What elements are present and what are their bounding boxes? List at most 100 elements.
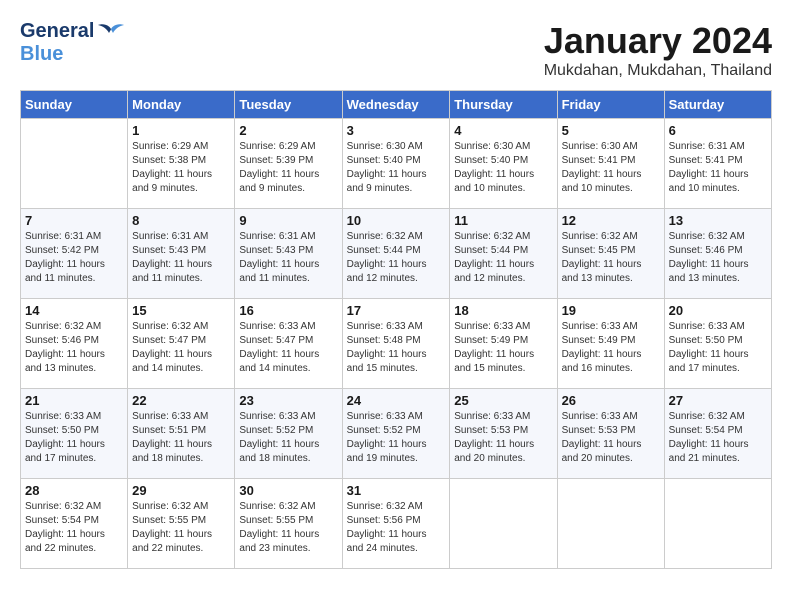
calendar-cell: 26Sunrise: 6:33 AM Sunset: 5:53 PM Dayli… bbox=[557, 389, 664, 479]
day-info: Sunrise: 6:29 AM Sunset: 5:39 PM Dayligh… bbox=[239, 140, 337, 196]
calendar-table: SundayMondayTuesdayWednesdayThursdayFrid… bbox=[20, 90, 772, 569]
day-info: Sunrise: 6:32 AM Sunset: 5:54 PM Dayligh… bbox=[25, 500, 123, 556]
day-info: Sunrise: 6:32 AM Sunset: 5:44 PM Dayligh… bbox=[454, 230, 552, 286]
day-info: Sunrise: 6:32 AM Sunset: 5:55 PM Dayligh… bbox=[132, 500, 230, 556]
calendar-cell: 22 Sunrise: 6:33 AM Sunset: 5:51 PM Dayli… bbox=[128, 389, 235, 479]
day-number: 21 bbox=[25, 393, 123, 408]
weekday-header-tuesday: Tuesday bbox=[235, 91, 342, 119]
calendar-cell: 5 Sunrise: 6:30 AM Sunset: 5:41 PM Daylig… bbox=[557, 119, 664, 209]
day-number: 7 bbox=[25, 213, 123, 228]
calendar-cell: 8Sunrise: 6:31 AM Sunset: 5:43 PM Daylig… bbox=[128, 209, 235, 299]
weekday-header-wednesday: Wednesday bbox=[342, 91, 450, 119]
day-info: Sunrise: 6:31 AM Sunset: 5:41 PM Dayligh… bbox=[669, 140, 767, 196]
calendar-cell: 15 Sunrise: 6:32 AM Sunset: 5:47 PM Dayli… bbox=[128, 299, 235, 389]
calendar-cell bbox=[557, 479, 664, 569]
calendar-cell bbox=[450, 479, 557, 569]
day-info: Sunrise: 6:33 AM Sunset: 5:49 PM Dayligh… bbox=[454, 320, 552, 376]
day-info: Sunrise: 6:31 AM Sunset: 5:43 PM Dayligh… bbox=[132, 230, 230, 286]
day-number: 27 bbox=[669, 393, 767, 408]
day-number: 18 bbox=[454, 303, 552, 318]
day-number: 28 bbox=[25, 483, 123, 498]
calendar-cell bbox=[21, 119, 128, 209]
day-info: Sunrise: 6:33 AM Sunset: 5:51 PM Dayligh… bbox=[132, 410, 230, 466]
logo-bird-icon bbox=[97, 21, 125, 41]
calendar-cell: 14 Sunrise: 6:32 AM Sunset: 5:46 PM Dayli… bbox=[21, 299, 128, 389]
logo: General Blue bbox=[20, 20, 125, 66]
day-info: Sunrise: 6:32 AM Sunset: 5:47 PM Dayligh… bbox=[132, 320, 230, 376]
calendar-cell: 21 Sunrise: 6:33 AM Sunset: 5:50 PM Dayli… bbox=[21, 389, 128, 479]
day-number: 30 bbox=[239, 483, 337, 498]
calendar-cell: 16 Sunrise: 6:33 AM Sunset: 5:47 PM Dayli… bbox=[235, 299, 342, 389]
calendar-cell: 10 Sunrise: 6:32 AM Sunset: 5:44 PM Dayli… bbox=[342, 209, 450, 299]
day-info: Sunrise: 6:33 AM Sunset: 5:50 PM Dayligh… bbox=[25, 410, 123, 466]
calendar-cell: 11 Sunrise: 6:32 AM Sunset: 5:44 PM Dayli… bbox=[450, 209, 557, 299]
day-info: Sunrise: 6:30 AM Sunset: 5:40 PM Dayligh… bbox=[347, 140, 446, 196]
day-info: Sunrise: 6:32 AM Sunset: 5:54 PM Dayligh… bbox=[669, 410, 767, 466]
calendar-cell: 9Sunrise: 6:31 AM Sunset: 5:43 PM Daylig… bbox=[235, 209, 342, 299]
day-info: Sunrise: 6:32 AM Sunset: 5:44 PM Dayligh… bbox=[347, 230, 446, 286]
day-number: 17 bbox=[347, 303, 446, 318]
page-header: General Blue January 2024 Mukdahan, Mukd… bbox=[20, 20, 772, 80]
day-info: Sunrise: 6:32 AM Sunset: 5:56 PM Dayligh… bbox=[347, 500, 446, 556]
calendar-cell: 3Sunrise: 6:30 AM Sunset: 5:40 PM Daylig… bbox=[342, 119, 450, 209]
day-info: Sunrise: 6:32 AM Sunset: 5:46 PM Dayligh… bbox=[25, 320, 123, 376]
calendar-cell: 30Sunrise: 6:32 AM Sunset: 5:55 PM Dayli… bbox=[235, 479, 342, 569]
calendar-header: SundayMondayTuesdayWednesdayThursdayFrid… bbox=[21, 91, 772, 119]
day-number: 11 bbox=[454, 213, 552, 228]
day-number: 9 bbox=[239, 213, 337, 228]
day-info: Sunrise: 6:33 AM Sunset: 5:52 PM Dayligh… bbox=[347, 410, 446, 466]
day-info: Sunrise: 6:29 AM Sunset: 5:38 PM Dayligh… bbox=[132, 140, 230, 196]
day-number: 31 bbox=[347, 483, 446, 498]
day-number: 22 bbox=[132, 393, 230, 408]
calendar-cell: 23Sunrise: 6:33 AM Sunset: 5:52 PM Dayli… bbox=[235, 389, 342, 479]
calendar-cell bbox=[664, 479, 771, 569]
calendar-cell: 13 Sunrise: 6:32 AM Sunset: 5:46 PM Dayli… bbox=[664, 209, 771, 299]
day-number: 10 bbox=[347, 213, 446, 228]
day-number: 13 bbox=[669, 213, 767, 228]
calendar-cell: 18 Sunrise: 6:33 AM Sunset: 5:49 PM Dayli… bbox=[450, 299, 557, 389]
title-block: January 2024 Mukdahan, Mukdahan, Thailan… bbox=[544, 20, 772, 80]
calendar-cell: 25 Sunrise: 6:33 AM Sunset: 5:53 PM Dayli… bbox=[450, 389, 557, 479]
day-info: Sunrise: 6:33 AM Sunset: 5:47 PM Dayligh… bbox=[239, 320, 337, 376]
day-number: 6 bbox=[669, 123, 767, 138]
day-number: 19 bbox=[562, 303, 660, 318]
calendar-cell: 28 Sunrise: 6:32 AM Sunset: 5:54 PM Dayli… bbox=[21, 479, 128, 569]
day-number: 1 bbox=[132, 123, 230, 138]
calendar-cell: 19Sunrise: 6:33 AM Sunset: 5:49 PM Dayli… bbox=[557, 299, 664, 389]
day-number: 15 bbox=[132, 303, 230, 318]
day-number: 25 bbox=[454, 393, 552, 408]
calendar-cell: 12 Sunrise: 6:32 AM Sunset: 5:45 PM Dayli… bbox=[557, 209, 664, 299]
day-info: Sunrise: 6:31 AM Sunset: 5:42 PM Dayligh… bbox=[25, 230, 123, 286]
weekday-header-sunday: Sunday bbox=[21, 91, 128, 119]
calendar-cell: 2Sunrise: 6:29 AM Sunset: 5:39 PM Daylig… bbox=[235, 119, 342, 209]
calendar-week-row: 21 Sunrise: 6:33 AM Sunset: 5:50 PM Dayli… bbox=[21, 389, 772, 479]
day-number: 24 bbox=[347, 393, 446, 408]
day-number: 16 bbox=[239, 303, 337, 318]
calendar-cell: 24 Sunrise: 6:33 AM Sunset: 5:52 PM Dayli… bbox=[342, 389, 450, 479]
logo-blue-text: Blue bbox=[20, 43, 63, 66]
day-info: Sunrise: 6:32 AM Sunset: 5:46 PM Dayligh… bbox=[669, 230, 767, 286]
day-number: 14 bbox=[25, 303, 123, 318]
weekday-header-monday: Monday bbox=[128, 91, 235, 119]
calendar-cell: 29 Sunrise: 6:32 AM Sunset: 5:55 PM Dayli… bbox=[128, 479, 235, 569]
calendar-week-row: 28 Sunrise: 6:32 AM Sunset: 5:54 PM Dayli… bbox=[21, 479, 772, 569]
calendar-cell: 7 Sunrise: 6:31 AM Sunset: 5:42 PM Daylig… bbox=[21, 209, 128, 299]
day-info: Sunrise: 6:33 AM Sunset: 5:53 PM Dayligh… bbox=[454, 410, 552, 466]
logo-general-text: General bbox=[20, 20, 94, 43]
day-info: Sunrise: 6:30 AM Sunset: 5:40 PM Dayligh… bbox=[454, 140, 552, 196]
calendar-cell: 31 Sunrise: 6:32 AM Sunset: 5:56 PM Dayli… bbox=[342, 479, 450, 569]
day-number: 5 bbox=[562, 123, 660, 138]
calendar-cell: 20Sunrise: 6:33 AM Sunset: 5:50 PM Dayli… bbox=[664, 299, 771, 389]
weekday-header-thursday: Thursday bbox=[450, 91, 557, 119]
calendar-cell: 27 Sunrise: 6:32 AM Sunset: 5:54 PM Dayli… bbox=[664, 389, 771, 479]
day-info: Sunrise: 6:32 AM Sunset: 5:45 PM Dayligh… bbox=[562, 230, 660, 286]
day-number: 4 bbox=[454, 123, 552, 138]
location-text: Mukdahan, Mukdahan, Thailand bbox=[544, 62, 772, 80]
day-number: 12 bbox=[562, 213, 660, 228]
day-info: Sunrise: 6:30 AM Sunset: 5:41 PM Dayligh… bbox=[562, 140, 660, 196]
day-number: 29 bbox=[132, 483, 230, 498]
day-info: Sunrise: 6:33 AM Sunset: 5:50 PM Dayligh… bbox=[669, 320, 767, 376]
day-number: 26 bbox=[562, 393, 660, 408]
calendar-cell: 4 Sunrise: 6:30 AM Sunset: 5:40 PM Daylig… bbox=[450, 119, 557, 209]
calendar-week-row: 1 Sunrise: 6:29 AM Sunset: 5:38 PM Daylig… bbox=[21, 119, 772, 209]
